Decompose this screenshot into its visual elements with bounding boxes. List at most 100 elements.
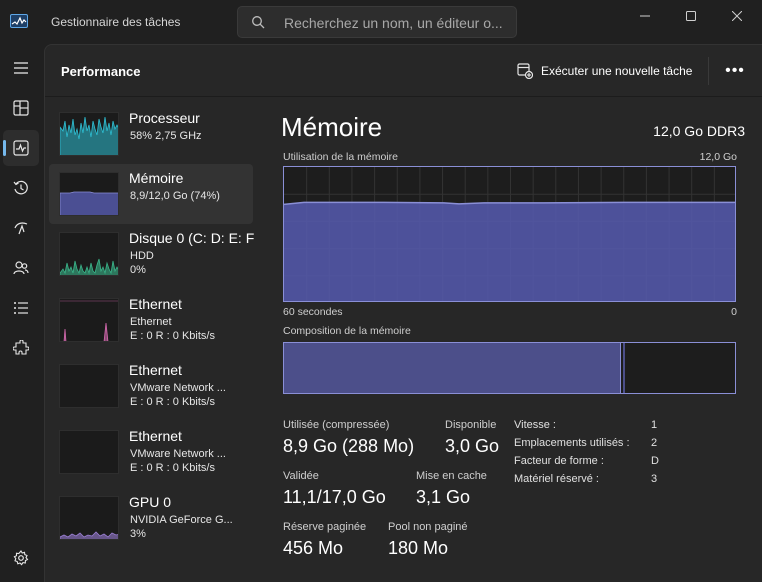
device-info: 8,9/12,0 Go (74%) (130, 190, 220, 202)
task-manager-app-icon (10, 14, 28, 28)
performance-icon (13, 140, 29, 156)
device-info: NVIDIA GeForce G... (130, 514, 233, 526)
device-item-gpu[interactable]: GPU 0 NVIDIA GeForce G... 3% (49, 488, 253, 548)
page-header: Performance Exécuter une nouvelle tâche … (45, 45, 762, 97)
nav-settings[interactable] (3, 540, 39, 576)
run-new-task-button[interactable]: Exécuter une nouvelle tâche (517, 59, 692, 83)
page-title: Performance (61, 64, 141, 79)
nav-services[interactable] (3, 330, 39, 366)
slots-used-value: 2 (651, 437, 658, 449)
minimize-button[interactable] (622, 0, 668, 32)
search-icon (252, 16, 265, 29)
nav-rail (0, 44, 44, 582)
used-label: Utilisée (compressée) (283, 419, 390, 431)
main-panel: Performance Exécuter une nouvelle tâche … (44, 44, 762, 582)
nav-app-history[interactable] (3, 170, 39, 206)
device-usage: 3% (130, 528, 146, 540)
speed-label: Vitesse : (514, 419, 556, 431)
form-factor-value: D (651, 455, 659, 467)
graph-time-left: 60 secondes (283, 306, 343, 318)
memory-usage-area (284, 202, 735, 301)
disk-thumbnail-graph (59, 232, 119, 276)
nav-startup-apps[interactable] (3, 210, 39, 246)
history-icon (13, 180, 28, 195)
nonpaged-pool-label: Pool non paginé (388, 521, 468, 533)
device-throughput: E : 0 R : 0 Kbits/s (130, 330, 215, 342)
device-usage: 0% (130, 264, 146, 276)
detail-title: Mémoire (281, 112, 383, 142)
device-name: Ethernet (129, 296, 182, 312)
search-input[interactable] (284, 13, 509, 33)
nav-processes[interactable] (3, 90, 39, 126)
nonpaged-pool-value: 180 Mo (388, 538, 449, 558)
device-item-ethernet-1[interactable]: Ethernet Ethernet E : 0 R : 0 Kbits/s (49, 290, 253, 350)
committed-value: 11,1/17,0 Go (283, 487, 386, 507)
graph-time-right: 0 (731, 306, 737, 318)
paged-pool-value: 456 Mo (283, 538, 344, 558)
available-value: 3,0 Go (445, 436, 500, 456)
hardware-reserved-label: Matériel réservé : (514, 473, 599, 485)
memory-spec: 12,0 Go DDR3 (653, 123, 745, 139)
device-item-cpu[interactable]: Processeur 58% 2,75 GHz (49, 104, 253, 164)
run-new-task-label: Exécuter une nouvelle tâche (541, 64, 693, 78)
device-info: HDD (130, 250, 154, 262)
slots-used-label: Emplacements utilisés : (514, 437, 630, 449)
more-options-button[interactable]: ••• (721, 59, 749, 83)
composition-label: Composition de la mémoire (283, 325, 411, 337)
close-icon (732, 11, 742, 21)
maximize-icon (686, 11, 696, 21)
device-name: Ethernet (129, 428, 182, 444)
settings-icon (13, 550, 29, 566)
device-info: VMware Network ... (130, 382, 226, 394)
committed-label: Validée (283, 470, 319, 482)
ethernet-thumbnail-graph (59, 364, 119, 408)
users-icon (13, 261, 29, 275)
close-button[interactable] (714, 0, 760, 32)
device-item-memory[interactable]: Mémoire 8,9/12,0 Go (74%) (49, 164, 253, 224)
hamburger-menu-button[interactable] (3, 50, 39, 86)
processes-icon (13, 100, 29, 116)
ethernet-thumbnail-graph (59, 298, 119, 342)
more-icon: ••• (725, 62, 745, 79)
device-info: 58% 2,75 GHz (130, 130, 202, 142)
nav-details[interactable] (3, 290, 39, 326)
memory-usage-graph (283, 166, 736, 302)
cached-value: 3,1 Go (416, 487, 471, 507)
maximize-button[interactable] (668, 0, 714, 32)
cpu-thumbnail-graph (59, 112, 119, 156)
device-item-ethernet-3[interactable]: Ethernet VMware Network ... E : 0 R : 0 … (49, 422, 253, 482)
composition-modified-segment (623, 343, 625, 393)
device-name: Ethernet (129, 362, 182, 378)
device-list: Processeur 58% 2,75 GHz Mémoire 8,9/12,0… (49, 98, 259, 578)
nav-performance[interactable] (3, 130, 39, 166)
ethernet-thumbnail-graph (59, 430, 119, 474)
memory-composition-bar (283, 342, 736, 394)
hardware-reserved-value: 3 (651, 473, 658, 485)
minimize-icon (640, 15, 650, 17)
device-name: Processeur (129, 110, 200, 126)
services-icon (13, 340, 29, 355)
device-item-disk[interactable]: Disque 0 (C: D: E: F HDD 0% (49, 224, 254, 284)
cached-label: Mise en cache (416, 470, 487, 482)
memory-detail-pane: Mémoire 12,0 Go DDR3 Utilisation de la m… (275, 98, 745, 578)
nav-users[interactable] (3, 250, 39, 286)
form-factor-label: Facteur de forme : (514, 455, 604, 467)
details-icon (14, 302, 28, 314)
device-info: VMware Network ... (130, 448, 226, 460)
search-box[interactable] (237, 6, 517, 38)
available-label: Disponible (445, 419, 497, 431)
title-bar: Gestionnaire des tâches (0, 0, 762, 44)
device-throughput: E : 0 R : 0 Kbits/s (130, 462, 215, 474)
memory-thumbnail-graph (59, 172, 119, 216)
app-title: Gestionnaire des tâches (51, 15, 181, 29)
header-separator (708, 57, 709, 85)
device-info: Ethernet (130, 316, 172, 328)
composition-in-use-segment (284, 343, 621, 393)
usage-graph-label: Utilisation de la mémoire (283, 151, 398, 163)
gpu-thumbnail-graph (59, 496, 119, 540)
paged-pool-label: Réserve paginée (283, 521, 367, 533)
device-item-ethernet-2[interactable]: Ethernet VMware Network ... E : 0 R : 0 … (49, 356, 253, 416)
new-task-icon (517, 63, 533, 79)
menu-icon (14, 62, 28, 74)
device-name: GPU 0 (129, 494, 172, 510)
